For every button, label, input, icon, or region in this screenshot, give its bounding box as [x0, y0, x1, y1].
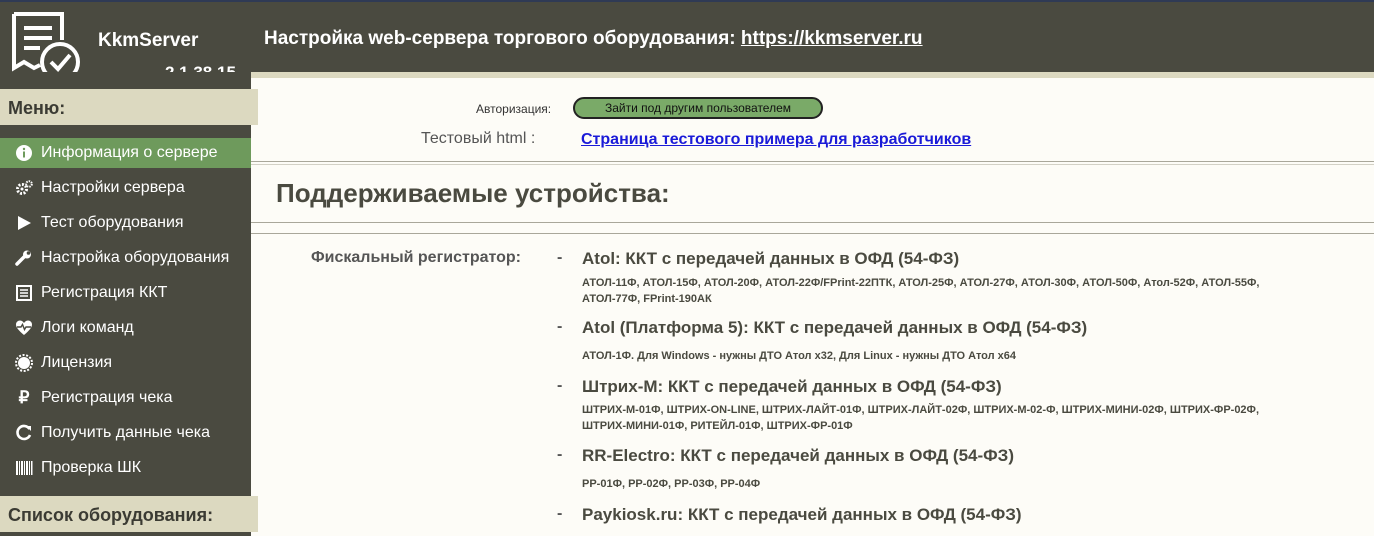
- test-html-label: Тестовый html :: [421, 130, 536, 147]
- sidebar-item-kkt-registration[interactable]: Регистрация ККТ: [0, 278, 251, 308]
- refresh-icon: [13, 423, 35, 443]
- sidebar-item-equipment-settings[interactable]: Настройка оборудования: [0, 243, 251, 273]
- divider: [251, 233, 1374, 234]
- list-bullet: -: [557, 377, 563, 394]
- info-icon: [13, 143, 35, 163]
- device-models: АТОЛ-11Ф, АТОЛ-15Ф, АТОЛ-20Ф, АТОЛ-22Ф/F…: [582, 277, 1260, 305]
- app-name: KkmServer: [98, 30, 199, 51]
- sidebar-item-label: Получить данные чека: [41, 424, 210, 441]
- divider: [251, 164, 1374, 165]
- sidebar-item-label: Регистрация ККТ: [41, 284, 168, 301]
- device-title: Paykiosk.ru: ККТ с передачей данных в ОФ…: [582, 505, 1022, 524]
- gears-icon: [13, 178, 35, 198]
- heartbeat-icon: [13, 318, 35, 338]
- sidebar-item-equipment-test[interactable]: Тест оборудования: [0, 208, 251, 238]
- device-models: РР-01Ф, РР-02Ф, РР-03Ф, РР-04Ф: [582, 478, 761, 490]
- switch-user-button[interactable]: Зайти под другим пользователем: [573, 97, 823, 119]
- list-bullet: -: [557, 446, 563, 463]
- device-title: Штрих-М: ККТ с передачей данных в ОФД (5…: [582, 377, 1002, 396]
- top-bar-accent: [251, 72, 1374, 78]
- sidebar-item-label: Настройка оборудования: [41, 249, 230, 266]
- menu-heading: Меню:: [0, 89, 258, 125]
- sidebar-item-barcode-check[interactable]: Проверка ШК: [0, 453, 251, 483]
- sidebar-item-server-info[interactable]: Информация о сервере: [0, 138, 251, 168]
- auth-label: Авторизация:: [476, 102, 552, 116]
- test-page-link[interactable]: Страница тестового примера для разработч…: [581, 131, 971, 149]
- device-title: Atol (Платформа 5): ККТ с передачей данн…: [582, 318, 1088, 337]
- sidebar-item-label: Настройки сервера: [41, 179, 185, 196]
- site-link[interactable]: https://kkmserver.ru: [741, 28, 923, 49]
- device-models: АТОЛ-1Ф. Для Windows - нужны ДТО Атол x3…: [582, 350, 1017, 362]
- sidebar-item-license[interactable]: Лицензия: [0, 348, 251, 378]
- sidebar-item-label: Логи команд: [41, 319, 134, 336]
- fiscal-registrar-label: Фискальный регистратор:: [311, 249, 521, 266]
- sidebar-item-command-logs[interactable]: Логи команд: [0, 313, 251, 343]
- list-bullet: -: [557, 318, 563, 335]
- page-title: Настройка web-сервера торгового оборудов…: [264, 28, 923, 50]
- play-icon: [13, 213, 35, 233]
- sidebar-item-label: Лицензия: [41, 354, 113, 371]
- device-title: RR-Electro: ККТ с передачей данных в ОФД…: [582, 446, 1014, 465]
- certificate-icon: [13, 353, 35, 373]
- wrench-icon: [13, 248, 35, 268]
- divider: [251, 222, 1374, 223]
- sidebar-item-label: Проверка ШК: [41, 459, 142, 476]
- divider: [251, 161, 1374, 162]
- sidebar-item-server-settings[interactable]: Настройки сервера: [0, 173, 251, 203]
- list-icon: [13, 283, 35, 303]
- sidebar-item-label: Регистрация чека: [41, 389, 173, 406]
- device-title: Atol: ККТ с передачей данных в ОФД (54-Ф…: [582, 249, 960, 268]
- list-bullet: -: [557, 505, 563, 522]
- sidebar-item-get-receipt-data[interactable]: Получить данные чека: [0, 418, 251, 448]
- section-title: Поддерживаемые устройства:: [276, 178, 670, 208]
- barcode-icon: [13, 458, 35, 478]
- ruble-icon: ₽: [18, 388, 30, 407]
- equipment-list-heading: Список оборудования:: [0, 496, 258, 532]
- sidebar-item-label: Информация о сервере: [41, 144, 218, 161]
- sidebar-item-receipt-registration[interactable]: ₽ Регистрация чека: [0, 383, 251, 413]
- page-title-text: Настройка web-сервера торгового оборудов…: [264, 28, 736, 49]
- sidebar-item-label: Тест оборудования: [41, 214, 184, 231]
- device-models: ШТРИХ-М-01Ф, ШТРИХ-ON-LINE, ШТРИХ-ЛАЙТ-0…: [582, 404, 1259, 432]
- list-bullet: -: [557, 249, 563, 266]
